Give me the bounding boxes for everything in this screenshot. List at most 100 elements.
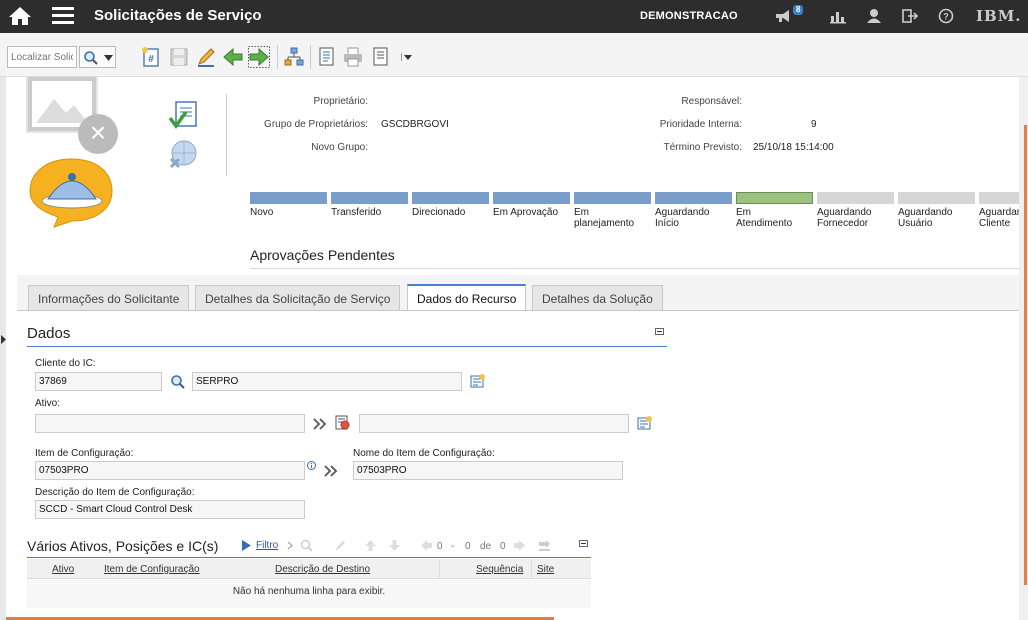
pager-of: de — [480, 541, 492, 552]
top-bar: Solicitações de Serviço DEMONSTRACAO 8 ?… — [0, 0, 1028, 33]
logout-icon[interactable] — [901, 8, 919, 24]
chart-icon[interactable] — [829, 8, 847, 24]
edit-pencil-icon[interactable] — [334, 539, 347, 552]
status-bar — [898, 192, 975, 204]
approve-document-icon[interactable] — [168, 100, 200, 132]
info-icon[interactable] — [307, 461, 316, 470]
ci-client-code-field[interactable]: 37869 — [35, 372, 162, 391]
status-step-aguardando-cliente: Aguardando Cliente — [979, 192, 1019, 229]
status-bar — [331, 192, 408, 204]
previous-arrow-icon[interactable] — [222, 46, 244, 68]
remove-image-icon[interactable]: × — [78, 114, 118, 154]
search-icon[interactable] — [300, 539, 313, 552]
app-title: Solicitações de Serviço — [94, 7, 262, 24]
dados-section-divider — [27, 346, 667, 347]
toolbar-separator — [277, 45, 278, 69]
ci-description-field[interactable]: SCCD - Smart Cloud Control Desk — [35, 500, 305, 519]
ci-client-label: Cliente do IC: — [35, 358, 96, 369]
header-divider — [226, 94, 227, 176]
go-to-double-chevron-icon[interactable] — [323, 463, 339, 479]
collapse-table-icon[interactable] — [579, 540, 588, 547]
current-user[interactable]: DEMONSTRACAO — [640, 10, 738, 22]
print-icon[interactable] — [342, 46, 364, 68]
next-arrow-icon[interactable] — [248, 46, 270, 68]
hamburger-menu-icon[interactable] — [52, 7, 74, 25]
status-bar — [817, 192, 894, 204]
status-step-transferido: Transferido — [331, 192, 408, 218]
asset-description-field[interactable] — [359, 414, 629, 433]
filter-link[interactable]: Filtro — [256, 540, 278, 551]
document-list-icon[interactable] — [370, 46, 392, 68]
tab-detalhes-solicitacao[interactable]: Detalhes da Solicitação de Serviço — [195, 285, 401, 310]
tab-detalhes-solucao[interactable]: Detalhes da Solução — [532, 285, 663, 310]
column-header-descricao-destino[interactable]: Descrição de Destino — [275, 564, 370, 575]
more-actions-dropdown-icon[interactable] — [398, 46, 420, 68]
column-header-site[interactable]: Site — [537, 564, 554, 575]
ci-name-field[interactable]: 07503PRO — [353, 461, 623, 480]
collapse-section-icon[interactable] — [655, 328, 664, 335]
previous-page-icon[interactable] — [420, 539, 433, 552]
filter-toggle-icon[interactable] — [242, 540, 251, 551]
column-header-sequencia[interactable]: Sequência — [476, 564, 523, 575]
status-bar-current — [736, 192, 813, 204]
status-step-em-aprovacao: Em Aprovação — [493, 192, 570, 218]
pager-to: 0 — [465, 541, 471, 552]
responsible-label: Responsável: — [681, 96, 742, 107]
search-input[interactable] — [7, 46, 77, 68]
download-icon[interactable] — [538, 539, 551, 552]
status-step-direcionado: Direcionado — [412, 192, 489, 218]
status-bar — [250, 192, 327, 204]
detail-menu-icon[interactable] — [636, 415, 652, 431]
expected-end-value[interactable]: 25/10/18 15:14:00 — [753, 142, 834, 153]
tab-informacoes-solicitante[interactable]: Informações do Solicitante — [28, 285, 190, 310]
status-label: Em planejamento — [574, 207, 635, 229]
move-down-icon[interactable] — [388, 539, 401, 552]
status-label: Em Aprovação — [493, 207, 559, 218]
home-icon[interactable] — [8, 6, 32, 26]
pager-total: 0 — [500, 541, 506, 552]
right-scroll-thumb[interactable] — [1024, 125, 1027, 585]
status-label: Em Atendimento — [736, 207, 793, 229]
ci-field[interactable]: 07503PRO — [35, 461, 305, 480]
internal-priority-value[interactable]: 9 — [811, 119, 817, 130]
search-button[interactable] — [79, 46, 116, 68]
go-to-double-chevron-icon[interactable] — [312, 416, 328, 432]
table-empty-message: Não há nenhuma linha para exibir. — [232, 586, 386, 597]
svg-text:?: ? — [943, 12, 949, 22]
status-bar — [412, 192, 489, 204]
tab-dados-recurso[interactable]: Dados do Recurso — [407, 284, 527, 310]
report-icon[interactable] — [316, 46, 338, 68]
search-icon — [84, 51, 98, 65]
megaphone-icon[interactable] — [774, 8, 792, 24]
ci-client-name-field[interactable]: SERPRO — [192, 372, 462, 391]
status-step-aguardando-usuario: Aguardando Usuário — [898, 192, 975, 229]
pager-from: 0 — [437, 541, 443, 552]
edit-pencil-icon[interactable] — [195, 46, 217, 68]
column-header-ativo[interactable]: Ativo — [52, 564, 74, 575]
status-step-em-atendimento: Em Atendimento — [736, 192, 813, 229]
next-page-icon[interactable] — [513, 539, 526, 552]
column-divider — [439, 560, 440, 579]
workflow-icon[interactable] — [283, 46, 305, 68]
asset-lookup-icon[interactable] — [334, 414, 350, 430]
move-up-icon[interactable] — [364, 539, 377, 552]
owner-group-label: Grupo de Proprietários: — [264, 119, 368, 130]
cancel-globe-icon[interactable] — [168, 139, 200, 171]
save-icon[interactable] — [168, 46, 190, 68]
column-header-item-configuracao[interactable]: Item de Configuração — [104, 564, 200, 575]
profile-icon[interactable] — [865, 8, 883, 24]
detail-menu-icon[interactable] — [469, 373, 485, 389]
new-record-icon[interactable]: # — [140, 46, 162, 68]
lookup-search-icon[interactable] — [170, 374, 186, 390]
expected-end-label: Término Previsto: — [663, 142, 742, 153]
dados-section-title: Dados — [27, 325, 71, 342]
asset-field[interactable] — [35, 414, 305, 433]
ci-label: Item de Configuração: — [35, 448, 134, 459]
help-icon[interactable]: ? — [937, 8, 955, 24]
owner-group-value[interactable]: GSCDBRGOVI — [381, 119, 449, 130]
pending-approvals-divider — [250, 268, 1020, 269]
notification-badge: 8 — [793, 5, 804, 15]
status-label: Aguardando Início — [655, 207, 710, 229]
left-collapse-strip[interactable] — [0, 77, 6, 620]
expand-left-icon[interactable] — [1, 335, 6, 344]
